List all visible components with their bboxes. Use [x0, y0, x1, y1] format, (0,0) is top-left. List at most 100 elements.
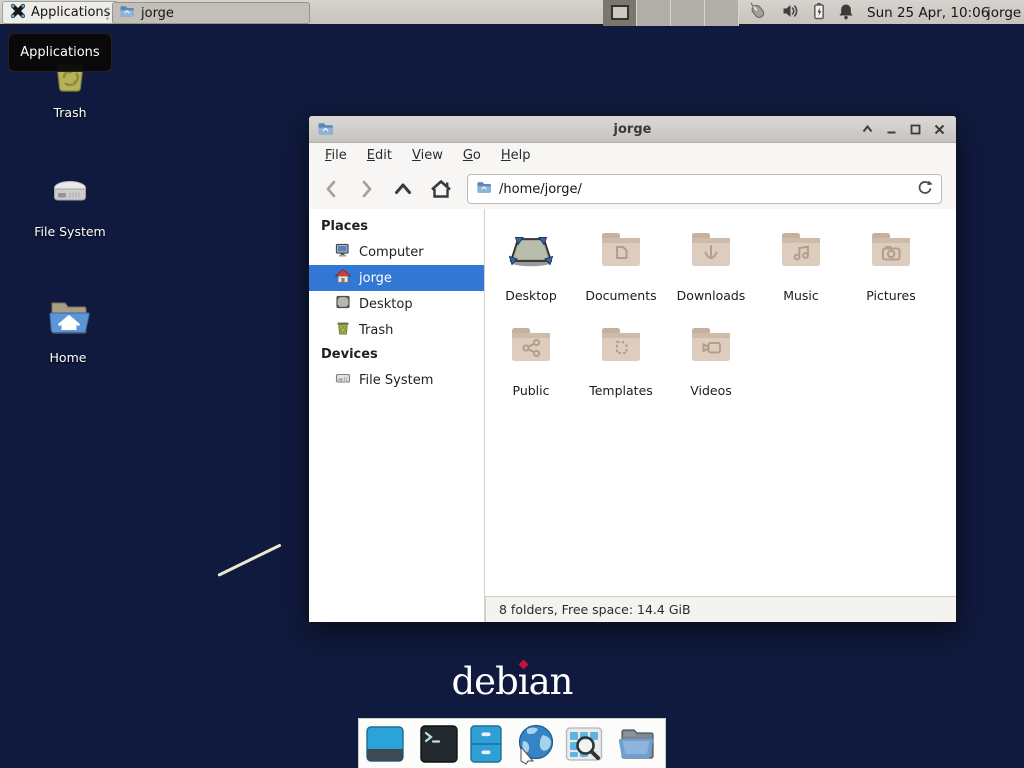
- file-videos[interactable]: Videos: [666, 316, 756, 406]
- terminal-icon[interactable]: [419, 724, 459, 764]
- sidebar-item-file-system[interactable]: File System: [309, 367, 484, 393]
- file-documents[interactable]: Documents: [576, 221, 666, 311]
- sidebar-item-desktop[interactable]: Desktop: [309, 291, 484, 317]
- statusbar-text: 8 folders, Free space: 14.4 GiB: [499, 602, 691, 617]
- sidebar: Places Computer: [309, 209, 485, 622]
- pictures-folder-icon: [867, 221, 915, 278]
- filesystem-drive-icon: [335, 370, 351, 390]
- desktop-icon-label: Trash: [53, 105, 86, 120]
- panel-separator-handle: [106, 6, 109, 20]
- top-panel: Applications jorge: [0, 0, 1024, 26]
- folder-icon[interactable]: [618, 724, 660, 764]
- close-window-icon[interactable]: [932, 122, 947, 137]
- workspace-3[interactable]: [671, 0, 705, 26]
- file-label: Videos: [690, 383, 732, 398]
- folder-icon: [119, 4, 135, 23]
- path-input[interactable]: /home/jorge/: [499, 182, 917, 197]
- public-folder-icon: [507, 316, 555, 373]
- applications-menu-button[interactable]: Applications: [2, 1, 118, 24]
- file-view[interactable]: Desktop Documents: [485, 209, 956, 596]
- file-downloads[interactable]: Downloads: [666, 221, 756, 311]
- sidebar-item-jorge[interactable]: jorge: [309, 265, 484, 291]
- debian-wordmark: debıan: [446, 660, 578, 703]
- folder-icon: [476, 180, 492, 199]
- file-label: Pictures: [866, 288, 916, 303]
- screen: Trash File System: [0, 0, 1024, 768]
- notifications-bell-icon[interactable]: [838, 3, 854, 24]
- applications-menu-label: Applications: [31, 5, 110, 20]
- workspace-4[interactable]: [705, 0, 739, 26]
- volume-icon[interactable]: [782, 3, 800, 23]
- wordmark-text: an: [529, 660, 573, 703]
- web-browser-icon[interactable]: [513, 723, 557, 765]
- bottom-dock: [358, 718, 666, 768]
- file-label: Public: [513, 383, 550, 398]
- workspace-switcher: [603, 0, 739, 26]
- sidebar-item-label: File System: [359, 373, 433, 388]
- workspace-2[interactable]: [637, 0, 671, 26]
- file-templates[interactable]: Templates: [576, 316, 666, 406]
- desktop-folder-icon: [507, 221, 555, 278]
- menu-help[interactable]: Help: [491, 143, 541, 169]
- templates-folder-icon: [597, 316, 645, 373]
- desktop-icon-file-system[interactable]: File System: [25, 167, 115, 239]
- statusbar: 8 folders, Free space: 14.4 GiB: [485, 596, 956, 622]
- menu-edit[interactable]: Edit: [357, 143, 402, 169]
- desktop-icon-home[interactable]: Home: [23, 293, 113, 365]
- file-label: Templates: [589, 383, 653, 398]
- up-icon[interactable]: [393, 177, 413, 201]
- documents-folder-icon: [597, 221, 645, 278]
- maximize-window-icon[interactable]: [908, 122, 923, 137]
- file-pictures[interactable]: Pictures: [846, 221, 936, 311]
- sidebar-section-places: Places: [309, 215, 484, 239]
- music-folder-icon: [777, 221, 825, 278]
- back-icon[interactable]: [321, 177, 341, 201]
- menu-view[interactable]: View: [402, 143, 453, 169]
- desktop-icon-label: File System: [34, 224, 106, 239]
- toolbar: /home/jorge/: [309, 169, 956, 209]
- window-titlebar[interactable]: jorge: [309, 116, 956, 143]
- user-home-icon: [335, 268, 351, 288]
- shade-window-icon[interactable]: [860, 122, 875, 137]
- show-desktop-icon[interactable]: [365, 724, 405, 764]
- home-icon[interactable]: [429, 177, 453, 201]
- file-manager-window: jorge File Edit View Go Help: [308, 115, 957, 623]
- taskbar-window-button[interactable]: jorge: [112, 2, 310, 24]
- reload-icon[interactable]: [917, 179, 933, 199]
- menu-go[interactable]: Go: [453, 143, 491, 169]
- file-manager-icon[interactable]: [466, 724, 506, 764]
- menu-file[interactable]: File: [315, 143, 357, 169]
- sidebar-item-computer[interactable]: Computer: [309, 239, 484, 265]
- xfce-menu-icon: [10, 3, 26, 23]
- taskbar-window-label: jorge: [141, 6, 174, 21]
- sidebar-item-trash[interactable]: Trash: [309, 317, 484, 343]
- panel-clock[interactable]: Sun 25 Apr, 10:06: [867, 0, 989, 26]
- system-tray: [748, 0, 854, 26]
- file-label: Music: [783, 288, 819, 303]
- sidebar-item-label: jorge: [359, 271, 392, 286]
- window-title: jorge: [309, 116, 956, 143]
- sidebar-item-label: Trash: [359, 323, 393, 338]
- home-folder-icon: [44, 293, 92, 345]
- app-finder-icon[interactable]: [564, 724, 604, 764]
- forward-icon[interactable]: [357, 177, 377, 201]
- tooltip-text: Applications: [20, 45, 99, 60]
- file-music[interactable]: Music: [756, 221, 846, 311]
- file-desktop[interactable]: Desktop: [486, 221, 576, 311]
- wordmark-text: deb: [451, 660, 517, 703]
- applications-tooltip: Applications: [8, 33, 112, 72]
- sidebar-item-label: Computer: [359, 245, 424, 260]
- file-label: Downloads: [677, 288, 746, 303]
- videos-folder-icon: [687, 316, 735, 373]
- desktop-icon: [335, 294, 351, 314]
- file-public[interactable]: Public: [486, 316, 576, 406]
- desktop-icon-label: Home: [50, 350, 87, 365]
- trash-icon: [335, 320, 351, 340]
- filesystem-drive-icon: [46, 167, 94, 219]
- sidebar-section-devices: Devices: [309, 343, 484, 367]
- path-bar[interactable]: /home/jorge/: [467, 174, 942, 204]
- minimize-window-icon[interactable]: [884, 122, 899, 137]
- mouse-icon[interactable]: [748, 1, 770, 25]
- battery-charging-icon[interactable]: [812, 2, 826, 24]
- workspace-1[interactable]: [603, 0, 637, 26]
